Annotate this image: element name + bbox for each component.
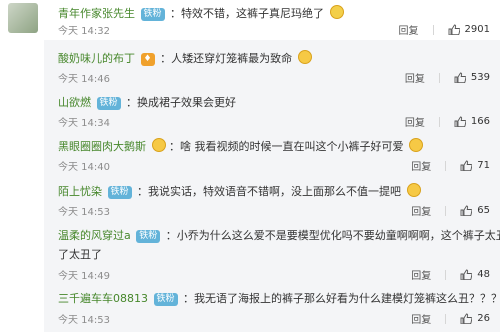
reply-button[interactable]: 回复 xyxy=(405,70,425,85)
username[interactable]: 山欲燃 xyxy=(58,96,91,109)
reply-item: 陌上忧染 铁粉 ：我说实话，特效语音不错啊，没上面那么不值一提吧 xyxy=(58,183,421,199)
comment-actions: 回复 2901 xyxy=(399,22,490,37)
like-count: 26 xyxy=(477,313,490,324)
vip-badge-icon: ♦ xyxy=(140,53,155,66)
top-comment-content: 青年作家张先生 铁粉 ：特效不错，这裤子真尼玛绝了 xyxy=(58,5,344,21)
comment-time: 今天 14:40 xyxy=(58,162,110,173)
reply-button[interactable]: 回复 xyxy=(399,22,419,37)
comment-text: 小乔为什么这么爱不是要模型优化吗不要幼童啊啊啊，这个裤子太丑 xyxy=(176,229,500,242)
comment-text: 啥 我看视频的时候一直在叫这个小裤子好可爱 xyxy=(180,140,404,153)
reply-button[interactable]: 回复 xyxy=(411,311,431,326)
laughing-emoji-icon xyxy=(406,183,421,197)
divider xyxy=(438,116,440,127)
comment-text: 我无语了海报上的裤子那么好看为什么建模灯笼裤这么丑？？？ xyxy=(194,292,500,305)
comment-actions: 回复 26 xyxy=(411,311,490,326)
username[interactable]: 黑眼圈圈肉大鹅斯 xyxy=(58,140,146,153)
thumbs-up-icon[interactable] xyxy=(460,205,473,216)
divider xyxy=(445,313,447,324)
thumbs-up-icon[interactable] xyxy=(448,24,460,35)
comment-time: 今天 14:53 xyxy=(58,207,110,218)
reply-item: 温柔的风穿过a 铁粉 ：小乔为什么这么爱不是要模型优化吗不要幼童啊啊啊，这个裤子… xyxy=(58,228,500,243)
username[interactable]: 青年作家张先生 xyxy=(58,7,135,20)
thumbs-up-icon[interactable] xyxy=(460,313,473,324)
divider xyxy=(432,24,434,35)
emoji-icon xyxy=(151,138,166,152)
username[interactable]: 三千遍车车08813 xyxy=(58,292,148,305)
fan-badge: 铁粉 xyxy=(96,97,121,110)
reply-item: 酸奶味儿的布丁 ♦ ：人矮还穿灯笼裤最为致命 xyxy=(58,50,312,66)
divider xyxy=(445,269,447,280)
fan-badge: 铁粉 xyxy=(140,8,165,21)
divider xyxy=(445,205,447,216)
like-count: 166 xyxy=(470,116,490,127)
reply-button[interactable]: 回复 xyxy=(411,158,431,173)
fan-badge: 铁粉 xyxy=(136,230,161,243)
comment-actions: 回复 48 xyxy=(411,267,490,282)
comment-time: 今天 14:49 xyxy=(58,271,110,282)
comment-thread: 青年作家张先生 铁粉 ：特效不错，这裤子真尼玛绝了 今天 14:32 回复 29… xyxy=(0,0,500,332)
thumbs-up-icon[interactable] xyxy=(460,269,473,280)
username[interactable]: 酸奶味儿的布丁 xyxy=(58,52,135,65)
reply-button[interactable]: 回复 xyxy=(411,203,431,218)
like-count: 539 xyxy=(470,72,490,83)
comment-time: 今天 14:32 xyxy=(58,26,110,37)
comment-text: 人矮还穿灯笼裤最为致命 xyxy=(171,52,293,65)
comment-text: 换成裙子效果会更好 xyxy=(137,96,237,109)
comment-actions: 回复 166 xyxy=(405,114,490,129)
comment-time: 今天 14:53 xyxy=(58,315,110,326)
laughing-emoji-icon xyxy=(409,138,423,152)
fan-badge: 铁粉 xyxy=(107,186,132,199)
thumbs-up-icon[interactable] xyxy=(454,116,466,127)
comment-text: 特效不错，这裤子真尼玛绝了 xyxy=(181,7,325,20)
emoji-icon xyxy=(297,50,312,64)
comment-text-continued: 了太丑了 xyxy=(58,248,102,261)
reply-button[interactable]: 回复 xyxy=(405,114,425,129)
thumbs-up-icon[interactable] xyxy=(454,72,466,83)
comment-actions: 回复 539 xyxy=(405,70,490,85)
reply-item: 三千遍车车08813 铁粉 ：我无语了海报上的裤子那么好看为什么建模灯笼裤这么丑… xyxy=(58,291,500,306)
avatar[interactable] xyxy=(8,3,38,33)
comment-time: 今天 14:46 xyxy=(58,74,110,85)
comment-time: 今天 14:34 xyxy=(58,118,110,129)
comment-actions: 回复 71 xyxy=(411,158,490,173)
divider xyxy=(438,72,440,83)
username[interactable]: 温柔的风穿过a xyxy=(58,229,131,242)
reply-item: 山欲燃 铁粉 ：换成裙子效果会更好 xyxy=(58,96,237,110)
like-count: 65 xyxy=(477,205,490,216)
top-comment: 青年作家张先生 铁粉 ：特效不错，这裤子真尼玛绝了 今天 14:32 回复 29… xyxy=(0,0,500,40)
fan-badge: 铁粉 xyxy=(153,293,178,306)
like-count: 48 xyxy=(477,269,490,280)
crying-emoji-icon xyxy=(329,5,344,19)
like-count: 2901 xyxy=(464,24,490,35)
reply-item: 黑眼圈圈肉大鹅斯 ：啥 我看视频的时候一直在叫这个小裤子好可爱 xyxy=(58,138,423,154)
comment-actions: 回复 65 xyxy=(411,203,490,218)
thumbs-up-icon[interactable] xyxy=(460,160,473,171)
comment-text: 我说实话，特效语音不错啊，没上面那么不值一提吧 xyxy=(148,185,402,198)
divider xyxy=(445,160,447,171)
reply-button[interactable]: 回复 xyxy=(411,267,431,282)
username[interactable]: 陌上忧染 xyxy=(58,185,102,198)
like-count: 71 xyxy=(477,160,490,171)
